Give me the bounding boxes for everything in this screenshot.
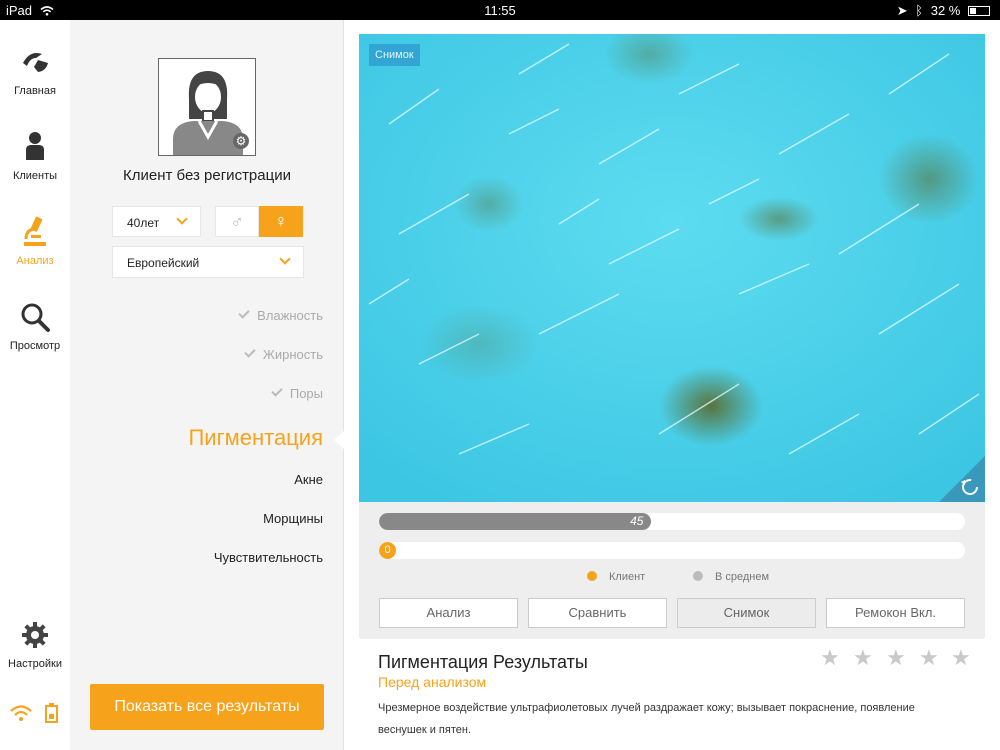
location-icon: ➤ [896,3,908,18]
nav-label: Главная [14,85,56,97]
rotate-button[interactable] [939,456,985,502]
compare-button[interactable]: Сравнить [528,598,667,628]
star-icon: ★ [919,645,939,670]
gender-male-button[interactable]: ♂ [215,206,259,237]
skin-texture [359,34,985,502]
result-title: Пигментация Результаты [378,652,588,672]
gear-icon [18,618,52,652]
check-icon [271,385,283,397]
average-bar-fill: 45 [379,513,652,530]
category-acne[interactable]: Акне [294,472,323,487]
analysis-card: Снимок 45 0 Клиент В среднем Анализ Срав… [359,34,985,639]
ethnicity-select[interactable]: Европейский [112,246,304,278]
skin-photo[interactable]: Снимок [359,34,985,502]
category-pigmentation[interactable]: Пигментация [188,425,323,451]
microscope-icon [18,215,52,249]
client-avatar[interactable]: ⚙ [158,58,256,156]
star-icon: ★ [886,645,906,670]
check-icon [238,307,250,319]
category-moisture[interactable]: Влажность [238,307,323,323]
legend-average: В среднем [693,571,769,583]
selection-pointer [334,431,344,449]
star-icon: ★ [951,645,971,670]
battery-percent: 32 % [930,3,961,18]
result-description: Чрезмерное воздействие ультрафиолетовых … [378,702,915,736]
client-panel: ⚙ Клиент без регистрации 40лет ♂ ♀ Европ… [70,20,344,750]
clock: 11:55 [484,3,516,18]
star-icon: ★ [820,645,840,670]
nav-item-home[interactable]: Главная [0,45,70,97]
client-name: Клиент без регистрации [123,167,291,184]
snapshot-button[interactable]: Снимок [677,598,816,628]
device-wifi-icon [10,704,32,727]
star-icon: ★ [853,645,873,670]
legend-client: Клиент [587,571,645,583]
legend-dot [587,571,597,581]
nav-label: Настройки [8,658,62,670]
nav-item-analysis[interactable]: Анализ [0,215,70,267]
category-oiliness[interactable]: Жирность [244,346,323,362]
bluetooth-icon: ᛒ [915,3,924,18]
category-pores[interactable]: Поры [271,385,323,401]
check-icon [244,346,256,358]
nav-label: Просмотр [9,340,61,352]
main-nav: Главная Клиенты Анализ Просмотр Настройк… [0,20,70,750]
nav-label: Анализ [16,255,54,267]
chevron-down-icon [279,253,291,265]
nav-label: Клиенты [12,170,58,182]
legend-dot [693,571,703,581]
remocon-button[interactable]: Ремокон Вкл. [826,598,965,628]
average-bar: 45 [379,513,965,530]
category-sensitivity[interactable]: Чувствительность [214,550,323,565]
snapshot-tag: Снимок [369,44,420,66]
avatar-settings-icon[interactable]: ⚙ [233,133,249,149]
status-bar: iPad 11:55 ➤ ᛒ 32 % [0,0,1000,20]
client-bar: 0 [379,542,965,559]
gender-female-button[interactable]: ♀ [259,206,303,237]
nav-item-settings[interactable]: Настройки [0,618,70,670]
status-right: ➤ ᛒ 32 % [897,3,990,19]
chevron-down-icon [176,213,188,225]
search-icon [18,300,52,334]
analyze-button[interactable]: Анализ [379,598,518,628]
client-bar-marker: 0 [379,542,396,559]
battery-icon [968,6,990,16]
device-battery-icon [44,702,60,729]
age-select[interactable]: 40лет [112,206,201,237]
logo-icon [18,45,52,79]
person-icon [18,130,52,164]
nav-item-view[interactable]: Просмотр [0,300,70,352]
result-subtitle: Перед анализом [378,674,487,690]
nav-item-clients[interactable]: Клиенты [0,130,70,182]
show-all-results-button[interactable]: Показать все результаты [90,684,324,730]
category-wrinkles[interactable]: Морщины [263,511,323,526]
